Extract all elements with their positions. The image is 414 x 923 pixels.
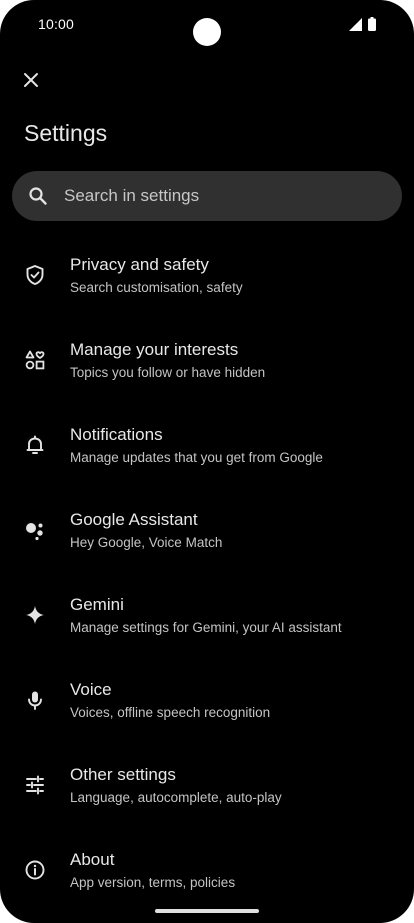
close-button[interactable] [16,67,46,97]
item-title: Voice [70,680,112,699]
settings-item-voice[interactable]: Voice Voices, offline speech recognition [0,665,414,750]
settings-item-privacy-and-safety[interactable]: Privacy and safety Search customisation,… [0,240,414,325]
item-subtitle: Search customisation, safety [70,280,243,295]
item-title: Google Assistant [70,510,198,529]
interests-shapes-icon [22,347,48,373]
google-assistant-icon [22,517,48,543]
item-title: About [70,850,115,869]
item-subtitle: Voices, offline speech recognition [70,705,271,720]
item-title: Manage your interests [70,340,239,359]
item-title: Notifications [70,425,163,444]
status-icons [349,17,376,31]
sliders-icon [22,772,48,798]
page-title: Settings [24,120,108,146]
item-subtitle: Manage updates that you get from Google [70,450,323,465]
battery-icon [368,17,376,31]
item-subtitle: Topics you follow or have hidden [70,365,266,380]
settings-item-notifications[interactable]: Notifications Manage updates that you ge… [0,410,414,495]
search-input[interactable] [64,186,364,206]
bell-icon [22,432,48,458]
shield-check-icon [22,262,48,288]
microphone-icon [22,687,48,713]
settings-item-google-assistant[interactable]: Google Assistant Hey Google, Voice Match [0,495,414,580]
camera-cutout [193,18,221,46]
settings-item-manage-your-interests[interactable]: Manage your interests Topics you follow … [0,325,414,410]
status-time: 10:00 [38,16,75,32]
search-bar[interactable] [12,171,402,221]
cellular-signal-icon [349,17,362,31]
item-subtitle: Language, autocomplete, auto-play [70,790,282,805]
status-bar: 10:00 [0,0,414,50]
item-subtitle: Hey Google, Voice Match [70,535,223,550]
item-title: Other settings [70,765,176,784]
settings-item-about[interactable]: About App version, terms, policies [0,835,414,920]
sparkle-icon [22,602,48,628]
item-title: Privacy and safety [70,255,209,274]
settings-list: Privacy and safety Search customisation,… [0,240,414,920]
search-icon [26,184,50,208]
home-indicator[interactable] [155,909,259,913]
settings-item-other-settings[interactable]: Other settings Language, autocomplete, a… [0,750,414,835]
info-icon [22,857,48,883]
item-subtitle: App version, terms, policies [70,875,236,890]
settings-item-gemini[interactable]: Gemini Manage settings for Gemini, your … [0,580,414,665]
item-subtitle: Manage settings for Gemini, your AI assi… [70,620,342,635]
item-title: Gemini [70,595,124,614]
close-icon [23,72,39,93]
phone-screen: 10:00 Settings Privacy and safety S [0,0,414,923]
